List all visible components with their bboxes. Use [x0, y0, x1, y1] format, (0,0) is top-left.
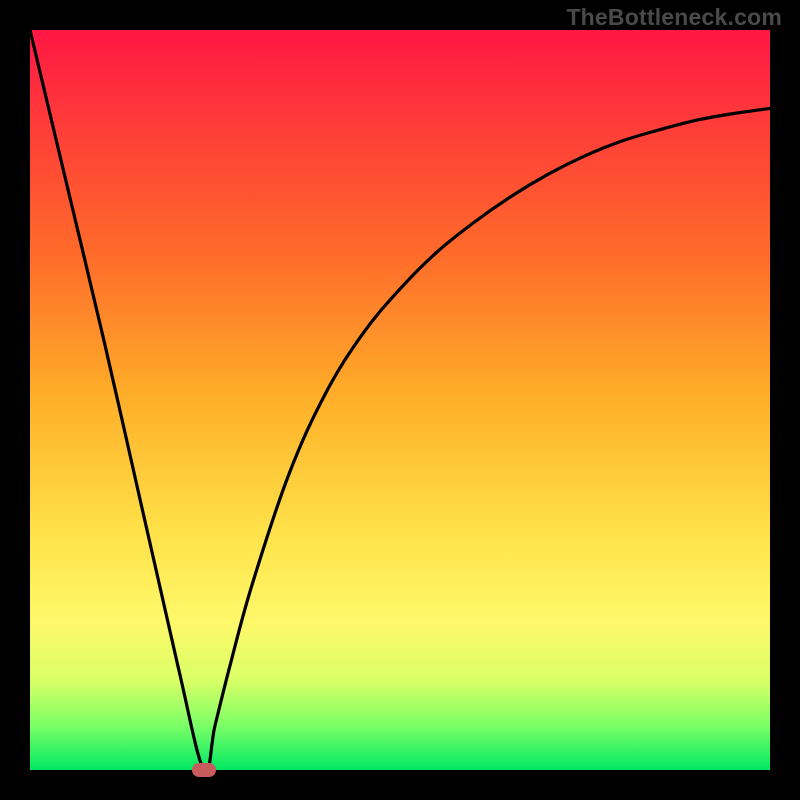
bottleneck-curve: [30, 30, 770, 770]
watermark-text: TheBottleneck.com: [566, 4, 782, 31]
optimum-marker: [192, 763, 216, 777]
chart-frame: TheBottleneck.com: [0, 0, 800, 800]
